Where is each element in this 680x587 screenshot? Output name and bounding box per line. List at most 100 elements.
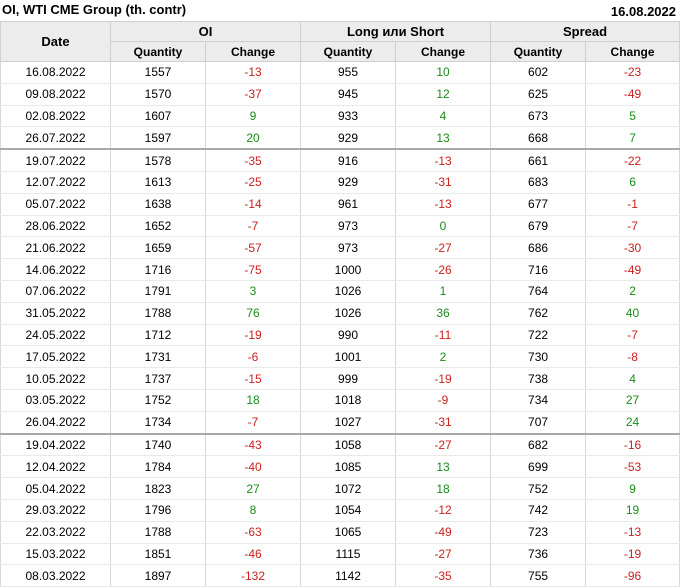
cell-ls-change: 36: [395, 302, 492, 325]
cell-spread-change: 24: [585, 411, 680, 435]
cell-spread-quantity: 677: [490, 193, 587, 216]
cell-spread-quantity: 686: [490, 236, 587, 260]
cell-ls-change: -11: [395, 324, 492, 347]
cell-spread-change: -23: [585, 61, 680, 84]
cell-date: 15.03.2022: [0, 543, 111, 566]
cell-spread-quantity: 673: [490, 105, 587, 128]
cell-ls-quantity: 1027: [300, 411, 397, 435]
cell-oi-quantity: 1752: [110, 389, 206, 412]
cell-oi-quantity: 1570: [110, 83, 206, 106]
table-row: 26.07.2022 1597 20 929 13 668 7: [0, 126, 680, 151]
cell-spread-change: 5: [585, 105, 680, 128]
table-row: 03.05.2022 1752 18 1018 -9 734 27: [0, 389, 680, 412]
cell-oi-change: -15: [204, 367, 302, 390]
table-row: 31.05.2022 1788 76 1026 36 762 40: [0, 302, 680, 325]
cell-spread-change: -7: [585, 215, 680, 238]
cell-ls-change: 1: [395, 280, 492, 303]
cell-spread-change: -7: [585, 324, 680, 347]
cell-spread-quantity: 716: [490, 258, 587, 281]
table-row: 22.03.2022 1788 -63 1065 -49 723 -13: [0, 521, 680, 544]
cell-ls-change: -49: [395, 521, 492, 544]
cell-oi-change: -13: [204, 61, 302, 84]
cell-spread-change: 4: [585, 367, 680, 390]
table-row: 26.04.2022 1734 -7 1027 -31 707 24: [0, 411, 680, 435]
cell-ls-quantity: 1142: [300, 564, 397, 587]
cell-date: 02.08.2022: [0, 105, 111, 128]
cell-oi-quantity: 1784: [110, 455, 206, 479]
cell-date: 22.03.2022: [0, 521, 111, 544]
cell-date: 08.03.2022: [0, 564, 111, 587]
group-header-spread: Spread: [490, 21, 680, 42]
cell-date: 05.04.2022: [0, 477, 111, 500]
cell-ls-quantity: 1026: [300, 280, 397, 303]
cell-oi-change: 18: [204, 389, 302, 412]
cell-ls-change: -19: [395, 367, 492, 390]
cell-date: 29.03.2022: [0, 499, 111, 522]
table-row: 17.05.2022 1731 -6 1001 2 730 -8: [0, 345, 680, 369]
cell-spread-quantity: 738: [490, 367, 587, 390]
cell-spread-change: 2: [585, 280, 680, 303]
cell-ls-quantity: 1085: [300, 455, 397, 479]
cell-date: 26.04.2022: [0, 411, 111, 435]
cell-ls-change: -27: [395, 236, 492, 260]
cell-spread-change: 6: [585, 171, 680, 194]
cell-oi-change: -40: [204, 455, 302, 479]
cell-ls-change: 13: [395, 455, 492, 479]
table-row: 16.08.2022 1557 -13 955 10 602 -23: [0, 61, 680, 84]
cell-ls-quantity: 1001: [300, 345, 397, 369]
cell-ls-change: -13: [395, 193, 492, 216]
table-row: 09.08.2022 1570 -37 945 12 625 -49: [0, 83, 680, 106]
cell-oi-change: -35: [204, 149, 302, 172]
cell-ls-change: -31: [395, 411, 492, 435]
cell-oi-quantity: 1731: [110, 345, 206, 369]
cell-oi-quantity: 1597: [110, 126, 206, 151]
cell-oi-change: -63: [204, 521, 302, 544]
table-row: 21.06.2022 1659 -57 973 -27 686 -30: [0, 236, 680, 260]
cell-date: 19.04.2022: [0, 433, 111, 457]
cell-spread-quantity: 682: [490, 433, 587, 457]
table-row: 14.06.2022 1716 -75 1000 -26 716 -49: [0, 258, 680, 281]
cell-date: 28.06.2022: [0, 215, 111, 238]
cell-date: 10.05.2022: [0, 367, 111, 390]
cell-spread-quantity: 707: [490, 411, 587, 435]
cell-ls-quantity: 1058: [300, 433, 397, 457]
cell-ls-quantity: 1000: [300, 258, 397, 281]
cell-ls-quantity: 945: [300, 83, 397, 106]
group-header-oi: OI: [109, 21, 302, 42]
subheader-oi-change: Change: [204, 41, 302, 62]
cell-spread-quantity: 762: [490, 302, 587, 325]
subheader-oi-quantity: Quantity: [110, 41, 206, 62]
cell-date: 05.07.2022: [0, 193, 111, 216]
cell-spread-change: -22: [585, 149, 680, 172]
cell-spread-change: -1: [585, 193, 680, 216]
cell-spread-quantity: 734: [490, 389, 587, 412]
cell-spread-quantity: 730: [490, 345, 587, 369]
date-header: Date: [0, 21, 111, 62]
cell-date: 21.06.2022: [0, 236, 111, 260]
cell-spread-change: 19: [585, 499, 680, 522]
cell-oi-change: -46: [204, 543, 302, 566]
cell-ls-change: -13: [395, 149, 492, 172]
cell-ls-change: -35: [395, 564, 492, 587]
cell-spread-change: 7: [585, 126, 680, 151]
table-body: 16.08.2022 1557 -13 955 10 602 -23 09.08.2022 15…: [0, 61, 680, 587]
cell-oi-quantity: 1712: [110, 324, 206, 347]
report-header: OI, WTI CME Group (th. contr) 16.08.2022: [0, 0, 680, 22]
cell-oi-quantity: 1613: [110, 171, 206, 194]
cell-oi-change: 27: [204, 477, 302, 500]
cell-oi-quantity: 1638: [110, 193, 206, 216]
cell-oi-change: 9: [204, 105, 302, 128]
cell-spread-change: -19: [585, 543, 680, 566]
cell-oi-change: -6: [204, 345, 302, 369]
cell-oi-quantity: 1796: [110, 499, 206, 522]
cell-ls-change: 0: [395, 215, 492, 238]
subheader-spread-quantity: Quantity: [490, 41, 587, 62]
cell-spread-change: -30: [585, 236, 680, 260]
cell-spread-quantity: 755: [490, 564, 587, 587]
cell-ls-quantity: 916: [300, 149, 397, 172]
group-header-long-short: Long или Short: [300, 21, 492, 42]
cell-date: 17.05.2022: [0, 345, 111, 369]
cell-ls-quantity: 961: [300, 193, 397, 216]
table-row: 19.04.2022 1740 -43 1058 -27 682 -16: [0, 433, 680, 457]
table-row: 08.03.2022 1897 -132 1142 -35 755 -96: [0, 564, 680, 587]
